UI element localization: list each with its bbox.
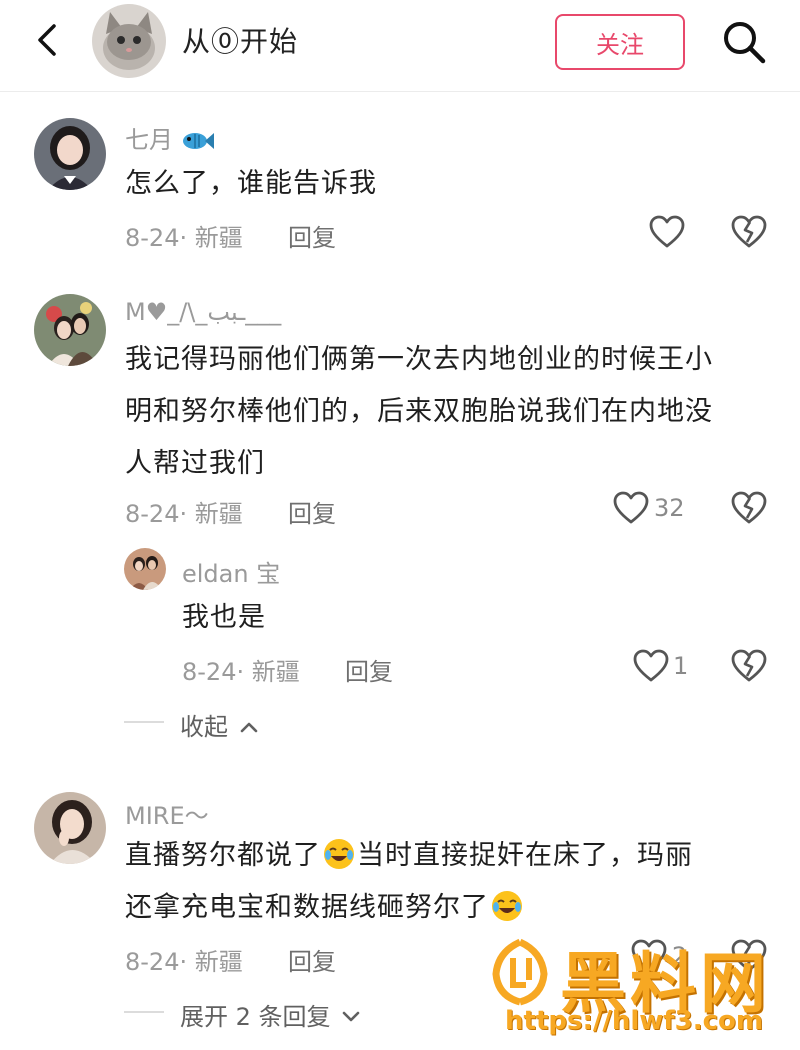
reply-text: 我也是	[182, 602, 266, 633]
comment-date-location: 8-24· 新疆	[182, 658, 300, 686]
divider	[124, 721, 164, 723]
like-count: 1	[673, 652, 689, 680]
avatar[interactable]	[124, 548, 166, 590]
comment-username[interactable]: MIRE～	[125, 796, 209, 831]
comment-text: 直播努尔都说了 当时直接捉奸在床了，玛丽 还拿充电宝和数据线砸努尔了	[125, 830, 693, 934]
reply-button[interactable]: 回复	[288, 494, 336, 529]
comment-date-location: 8-24· 新疆	[125, 500, 243, 528]
watermark-url: https://hlwf3.com	[505, 1006, 763, 1036]
divider	[124, 1011, 164, 1013]
like-icon[interactable]	[612, 490, 650, 526]
comment-text-segment: 直播努尔都说了	[125, 840, 321, 871]
expand-replies-button[interactable]: 展开 2 条回复	[180, 997, 360, 1032]
search-icon[interactable]	[720, 18, 768, 66]
fish-icon	[181, 130, 215, 158]
author-avatar[interactable]	[92, 4, 166, 78]
comment-username[interactable]: 七月	[125, 120, 215, 158]
author-name: 从⓪开始	[182, 25, 299, 58]
chevron-up-icon	[240, 711, 258, 739]
crying-laughing-emoji-icon	[491, 888, 523, 921]
avatar[interactable]	[34, 118, 106, 190]
chevron-down-icon	[342, 1001, 360, 1029]
dislike-icon[interactable]	[730, 490, 768, 526]
comment-date-location: 8-24· 新疆	[125, 224, 243, 252]
watermark-logo-icon	[490, 938, 550, 1006]
collapse-replies-button[interactable]: 收起	[180, 707, 258, 742]
reply-username[interactable]: eldan 宝	[182, 554, 280, 589]
comment-text: 我记得玛丽他们俩第一次去内地创业的时候王小 明和努尔棒他们的，后来双胞胎说我们在…	[125, 334, 713, 490]
like-icon[interactable]	[648, 214, 686, 250]
crying-laughing-emoji-icon	[323, 836, 355, 869]
like-icon[interactable]	[632, 648, 670, 684]
comment-date-location: 8-24· 新疆	[125, 948, 243, 976]
reply-button[interactable]: 回复	[345, 652, 393, 687]
like-count: 32	[654, 494, 685, 522]
comment-text-segment: 还拿充电宝和数据线砸努尔了	[125, 892, 489, 923]
comment-username[interactable]: M♥_/\_ـبب___	[125, 298, 281, 326]
top-bar: 从⓪开始 关注	[0, 0, 800, 92]
follow-button[interactable]: 关注	[555, 14, 685, 70]
reply-button[interactable]: 回复	[288, 218, 336, 253]
comment-text-line: 明和努尔棒他们的，后来双胞胎说我们在内地没	[125, 396, 713, 427]
comment-text-segment: 当时直接捉奸在床了，玛丽	[357, 840, 693, 871]
reply-button[interactable]: 回复	[288, 942, 336, 977]
comment-text-line: 人帮过我们	[125, 448, 265, 479]
dislike-icon[interactable]	[730, 214, 768, 250]
back-icon[interactable]	[30, 22, 66, 58]
comment-text-line: 我记得玛丽他们俩第一次去内地创业的时候王小	[125, 344, 713, 375]
dislike-icon[interactable]	[730, 648, 768, 684]
avatar[interactable]	[34, 294, 106, 366]
avatar[interactable]	[34, 792, 106, 864]
comment-text: 怎么了，谁能告诉我	[125, 168, 377, 199]
